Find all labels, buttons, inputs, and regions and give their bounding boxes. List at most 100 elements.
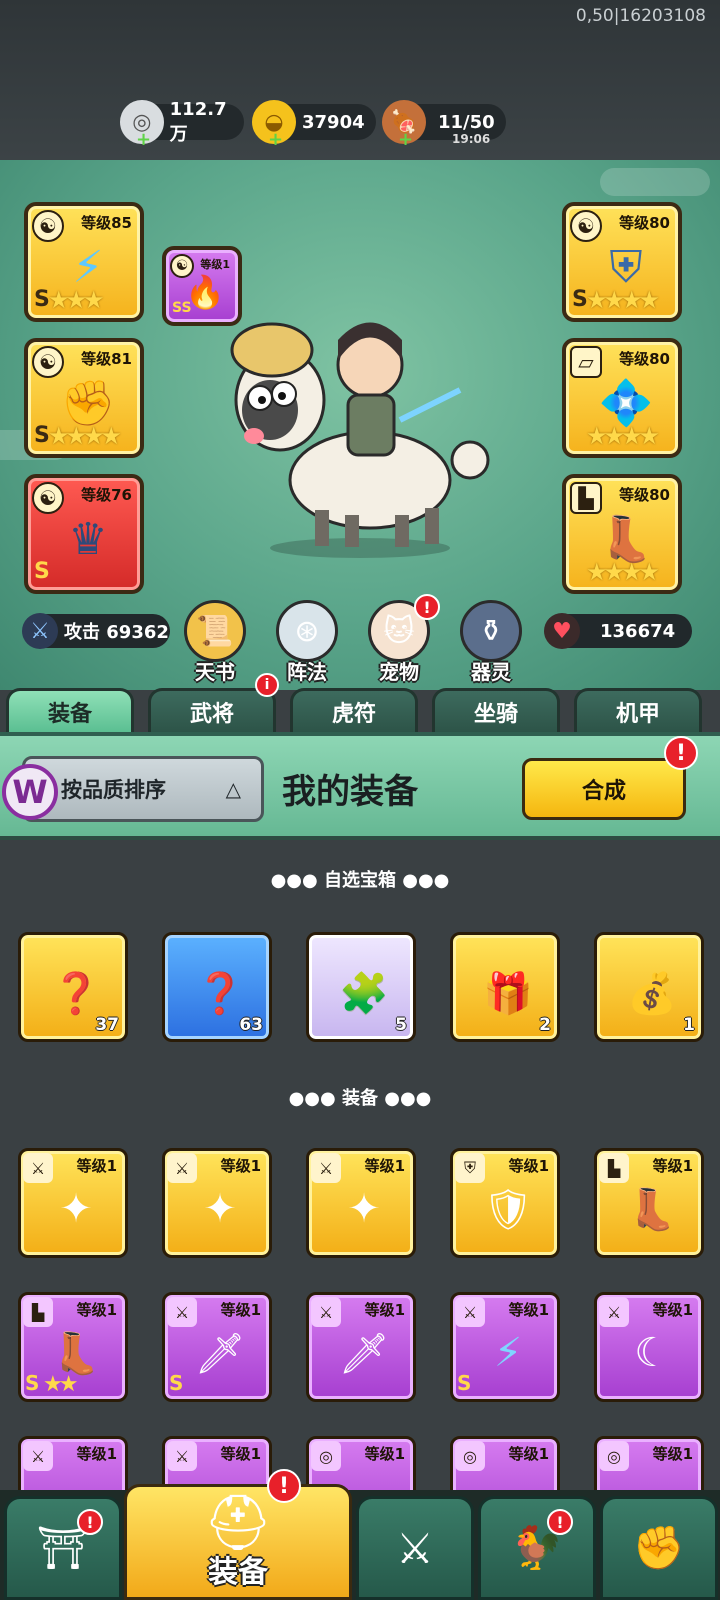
silver-value: 112.7万: [169, 98, 227, 145]
tab-mounts[interactable]: 坐骑: [432, 688, 560, 732]
equip-item[interactable]: ⚔ 等级1 ⚡ S: [450, 1292, 560, 1402]
silver-coin-icon: ◎ +: [120, 100, 164, 150]
slot-level: 等级80: [619, 486, 670, 504]
feature-chongwu[interactable]: 🐱 宠物 !: [364, 594, 440, 685]
chest-section-title: ●●● 自选宝箱 ●●●: [0, 866, 720, 892]
nav-equipment[interactable]: ⛑ 装备 !: [124, 1469, 352, 1600]
golden-boots-icon: 👢: [627, 1186, 677, 1233]
bottom-navigation: ⛩ ! ⛑ 装备 ! ⚔ 🐓 ! ✊: [0, 1469, 720, 1600]
hp-stat: ♥ 136674: [544, 613, 692, 649]
triangle-up-icon: △: [225, 777, 241, 801]
nav-shop[interactable]: ⛩ !: [4, 1496, 122, 1600]
slot-stars: ★★★★: [586, 422, 660, 450]
nav-rooster[interactable]: 🐓 !: [478, 1496, 596, 1600]
helmet-icon: ⛑: [203, 1491, 273, 1554]
equip-slot-bracer[interactable]: ▱ 等级80 💠 ★★★★: [562, 338, 682, 458]
equip-slot-gauntlet[interactable]: ☯ 等级81 ✊ S ★★★★: [24, 338, 144, 458]
equip-item[interactable]: ⚔ 等级1 🗡 S: [162, 1292, 272, 1402]
silver-resource[interactable]: ◎ + 112.7万: [120, 99, 244, 150]
equip-item[interactable]: ⚔ 等级1 ✦: [18, 1148, 128, 1258]
item-count: 5: [395, 1015, 407, 1035]
item-level: 等级1: [220, 1445, 261, 1463]
shuriken-icon: ✦: [347, 1186, 381, 1232]
hero-fragment-icon: 🧩: [339, 970, 389, 1017]
sword-type-icon: ⚔: [23, 1441, 53, 1471]
sort-label: 按品质排序: [61, 778, 166, 802]
slot-level: 等级80: [619, 214, 670, 232]
tab-equipment[interactable]: 装备: [6, 688, 134, 732]
w-logo-icon: W: [2, 764, 58, 820]
tab-generals[interactable]: 武将 i: [148, 673, 279, 732]
item-level: 等级1: [76, 1445, 117, 1463]
alert-badge: !: [77, 1509, 103, 1535]
feature-qiling[interactable]: ⚱ 器灵: [456, 600, 526, 685]
compose-alert-badge: !: [664, 736, 698, 770]
equip-slot-helmet[interactable]: ☯ 等级76 ♛ S: [24, 474, 144, 594]
attack-value: 攻击 69362: [64, 622, 169, 643]
slot-stars: ★★★★: [48, 422, 122, 450]
feature-label: 阵法: [287, 660, 327, 684]
necklace-type-icon: ◎: [455, 1441, 485, 1471]
feature-zhenfa[interactable]: ⊛ 阵法: [272, 600, 342, 685]
curved-blade-icon: 🗡: [194, 1330, 246, 1377]
nav-label: 装备: [208, 1555, 268, 1590]
item-count: 1: [683, 1015, 695, 1035]
item-level: 等级1: [364, 1301, 405, 1319]
chest-item[interactable]: ❓ 37: [18, 932, 128, 1042]
sword-type-icon: ⚔: [167, 1441, 197, 1471]
equipment-panel-header: 按品质排序 △ W 我的装备 合成 !: [0, 732, 720, 840]
equip-slot-boots[interactable]: ▙ 等级80 👢 ★★★★: [562, 474, 682, 594]
item-level: 等级1: [652, 1157, 693, 1175]
compose-button[interactable]: 合成: [522, 758, 686, 820]
scimitar-icon: ☾: [634, 1330, 670, 1376]
equip-item[interactable]: ⛨ 等级1 🛡: [450, 1148, 560, 1258]
feature-label: 宠物: [379, 660, 419, 684]
feature-label: 器灵: [471, 660, 511, 684]
dots-decoration: ●●●: [384, 1088, 432, 1109]
stamina-resource[interactable]: 🍖 + 11/50 19:06: [382, 100, 506, 150]
tab-mecha[interactable]: 机甲: [574, 688, 702, 732]
item-level: 等级1: [220, 1301, 261, 1319]
slot-level: 等级81: [81, 350, 132, 368]
equip-item[interactable]: ▙ 等级1 👢: [594, 1148, 704, 1258]
puzzle-chest-icon: 🎁: [483, 970, 533, 1017]
slot-level: 等级85: [81, 214, 132, 232]
item-stars: ★★: [43, 1372, 79, 1397]
gold-resource[interactable]: ◒ + 37904: [252, 100, 376, 150]
item-count: 37: [95, 1015, 119, 1035]
heart-icon: ♥: [544, 613, 580, 649]
compose-label: 合成: [581, 779, 626, 804]
gold-ingot-icon: ◒ +: [252, 100, 296, 150]
chest-item[interactable]: ❓ 63: [162, 932, 272, 1042]
equip-item[interactable]: ⚔ 等级1 ☾: [594, 1292, 704, 1402]
stamina-timer: 19:06: [452, 132, 491, 146]
curved-blade-icon: 🗡: [338, 1330, 390, 1377]
item-level: 等级1: [508, 1445, 549, 1463]
slot-stars: ★★★★: [586, 286, 660, 314]
item-level: 等级1: [364, 1445, 405, 1463]
chest-item[interactable]: 💰 1: [594, 932, 704, 1042]
tab-tiger-tally[interactable]: 虎符: [290, 688, 418, 732]
equip-item[interactable]: ⚔ 等级1 ✦: [162, 1148, 272, 1258]
feature-label: 天书: [195, 660, 235, 684]
item-level: 等级1: [652, 1301, 693, 1319]
item-grade: S: [169, 1371, 184, 1395]
equip-slot-weapon[interactable]: ☯ 等级85 ⚡ S ★★★: [24, 202, 144, 322]
dots-decoration: ●●●: [270, 870, 324, 891]
item-level: 等级1: [220, 1157, 261, 1175]
debug-text: 0,50|16203108: [575, 6, 706, 26]
equip-slot-armor[interactable]: ☯ 等级80 ⛨ S ★★★★: [562, 202, 682, 322]
equip-item[interactable]: ▙ 等级1 👢 S ★★: [18, 1292, 128, 1402]
nav-upgrade[interactable]: ✊: [600, 1496, 718, 1600]
equip-item[interactable]: ⚔ 等级1 🗡: [306, 1292, 416, 1402]
sword-icon: ⚔: [22, 613, 58, 649]
chest-item[interactable]: 🧩 5: [306, 932, 416, 1042]
chest-item[interactable]: 🎁 2: [450, 932, 560, 1042]
equip-item[interactable]: ⚔ 等级1 ✦: [306, 1148, 416, 1258]
alert-badge: !: [547, 1509, 573, 1535]
hp-value: 136674: [600, 620, 676, 642]
feature-tianshu[interactable]: 📜 天书: [180, 600, 250, 685]
item-level: 等级1: [652, 1445, 693, 1463]
nav-battle[interactable]: ⚔: [356, 1496, 474, 1600]
sort-by-quality-button[interactable]: 按品质排序 △: [22, 756, 264, 822]
